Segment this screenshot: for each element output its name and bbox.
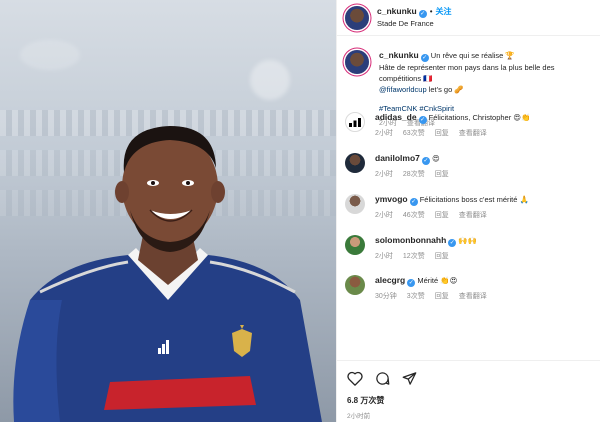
user-avatar[interactable] <box>345 194 365 214</box>
comment-time: 2小时 <box>375 212 393 219</box>
comment-username[interactable]: danilolmo7 <box>375 153 420 163</box>
caption-line: Un rêve qui se réalise 🏆 <box>430 51 515 60</box>
author-username[interactable]: c_nkunku <box>377 6 417 16</box>
verified-badge-icon: ✓ <box>418 10 427 18</box>
caption-line: let's go 🥜 <box>426 85 464 94</box>
caption-username[interactable]: c_nkunku <box>379 50 419 60</box>
separator: • <box>429 7 433 16</box>
comment-likes[interactable]: 63次赞 <box>403 128 425 139</box>
comment-text: Mérité 👏😍 <box>417 276 458 285</box>
comment-row: solomonbonnahh ✓ 🙌🙌 2小时 12次赞 回复 <box>345 235 592 262</box>
instagram-post-view: c_nkunku ✓ • 关注 Stade De France c_nkunku ✓ U… <box>0 0 600 422</box>
comment-text: Félicitations, Christopher 😍👏 <box>428 113 531 122</box>
author-avatar[interactable] <box>345 50 369 74</box>
reply-button[interactable]: 回复 <box>435 210 449 221</box>
post-actions: 6.8 万次赞 2小时前 <box>337 360 600 422</box>
post-header: c_nkunku ✓ • 关注 Stade De France <box>337 0 600 36</box>
comment-row: adidas_de ✓ Félicitations, Christopher 😍👏… <box>345 112 592 139</box>
verified-badge-icon: ✓ <box>407 279 416 287</box>
user-avatar[interactable] <box>345 275 365 295</box>
translate-link[interactable]: 查看翻译 <box>459 128 487 139</box>
verified-badge-icon: ✓ <box>420 54 429 62</box>
comment-likes[interactable]: 3次赞 <box>407 291 425 302</box>
player-figure <box>13 126 322 422</box>
comment-likes[interactable]: 28次赞 <box>403 169 425 180</box>
comment-time: 2小时 <box>375 130 393 137</box>
author-avatar[interactable] <box>345 5 369 30</box>
verified-badge-icon: ✓ <box>448 239 457 247</box>
post-photo[interactable] <box>0 0 336 422</box>
user-avatar[interactable] <box>345 235 365 255</box>
reply-button[interactable]: 回复 <box>435 128 449 139</box>
comment-time: 30分钟 <box>375 293 397 300</box>
post-side-panel: c_nkunku ✓ • 关注 Stade De France c_nkunku ✓ U… <box>336 0 600 422</box>
reply-button[interactable]: 回复 <box>435 251 449 262</box>
comment-username[interactable]: alecgrg <box>375 275 405 285</box>
comment-text: Félicitations boss c'est mérité 🙏 <box>419 195 529 204</box>
comment-time: 2小时 <box>375 253 393 260</box>
reply-button[interactable]: 回复 <box>435 169 449 180</box>
caption-line: Hâte de représenter mon pays dans la plu… <box>379 63 555 83</box>
comment-username[interactable]: adidas_de <box>375 112 417 122</box>
comment-username[interactable]: ymvogo <box>375 194 408 204</box>
verified-badge-icon: ✓ <box>409 198 418 206</box>
comment-likes[interactable]: 12次赞 <box>403 251 425 262</box>
like-count[interactable]: 6.8 万次赞 <box>347 395 590 406</box>
comment-row: alecgrg ✓ Mérité 👏😍 30分钟 3次赞 回复 查看翻译 <box>345 275 592 302</box>
comment-icon[interactable] <box>375 371 390 386</box>
comment-row: danilolmo7 ✓ 😍 2小时 28次赞 回复 <box>345 153 592 180</box>
comment-text: 🙌🙌 <box>458 236 478 245</box>
comment-time: 2小时 <box>375 171 393 178</box>
user-avatar[interactable] <box>345 153 365 173</box>
share-icon[interactable] <box>402 371 417 386</box>
comment-row: ymvogo ✓ Félicitations boss c'est mérité … <box>345 194 592 221</box>
translate-link[interactable]: 查看翻译 <box>459 210 487 221</box>
adidas-logo-icon[interactable] <box>345 112 365 132</box>
comment-text: 😍 <box>431 154 440 163</box>
location-link[interactable]: Stade De France <box>377 18 452 29</box>
post-time: 2小时前 <box>347 413 371 420</box>
follow-button[interactable]: 关注 <box>436 7 452 16</box>
mention-link[interactable]: @fifaworldcup <box>379 85 427 94</box>
comment-username[interactable]: solomonbonnahh <box>375 235 446 245</box>
heart-icon[interactable] <box>347 371 363 386</box>
verified-badge-icon: ✓ <box>418 116 427 124</box>
verified-badge-icon: ✓ <box>421 157 430 165</box>
translate-link[interactable]: 查看翻译 <box>459 291 487 302</box>
reply-button[interactable]: 回复 <box>435 291 449 302</box>
comment-likes[interactable]: 46次赞 <box>403 210 425 221</box>
